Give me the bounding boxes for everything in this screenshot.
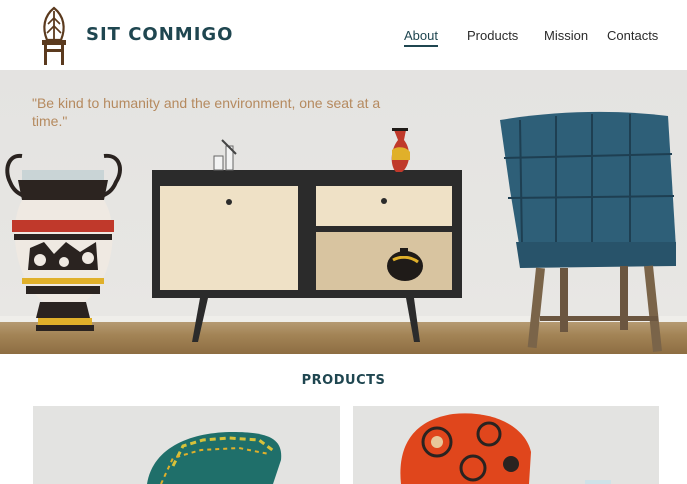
nav-item-mission[interactable]: Mission bbox=[544, 28, 588, 43]
amphora-vase bbox=[5, 153, 122, 331]
blue-armchair bbox=[500, 111, 676, 352]
nav-item-about[interactable]: About bbox=[404, 28, 438, 47]
orange-chair-image bbox=[353, 406, 659, 484]
hero-quote: "Be kind to humanity and the environment… bbox=[32, 95, 381, 129]
site-header: SIT CONMIGO About Products Mission Conta… bbox=[0, 0, 687, 70]
nav-item-contacts[interactable]: Contacts bbox=[607, 28, 658, 43]
sideboard bbox=[152, 128, 462, 342]
products-heading: PRODUCTS bbox=[301, 373, 386, 388]
nav-item-products[interactable]: Products bbox=[467, 28, 518, 43]
hero-banner: "Be kind to humanity and the environment… bbox=[0, 70, 687, 354]
main-nav: About Products Mission Contacts bbox=[0, 28, 687, 48]
product-card-orange-chair[interactable] bbox=[353, 406, 659, 484]
green-chair-image bbox=[33, 406, 340, 484]
product-card-green-chair[interactable] bbox=[33, 406, 340, 484]
